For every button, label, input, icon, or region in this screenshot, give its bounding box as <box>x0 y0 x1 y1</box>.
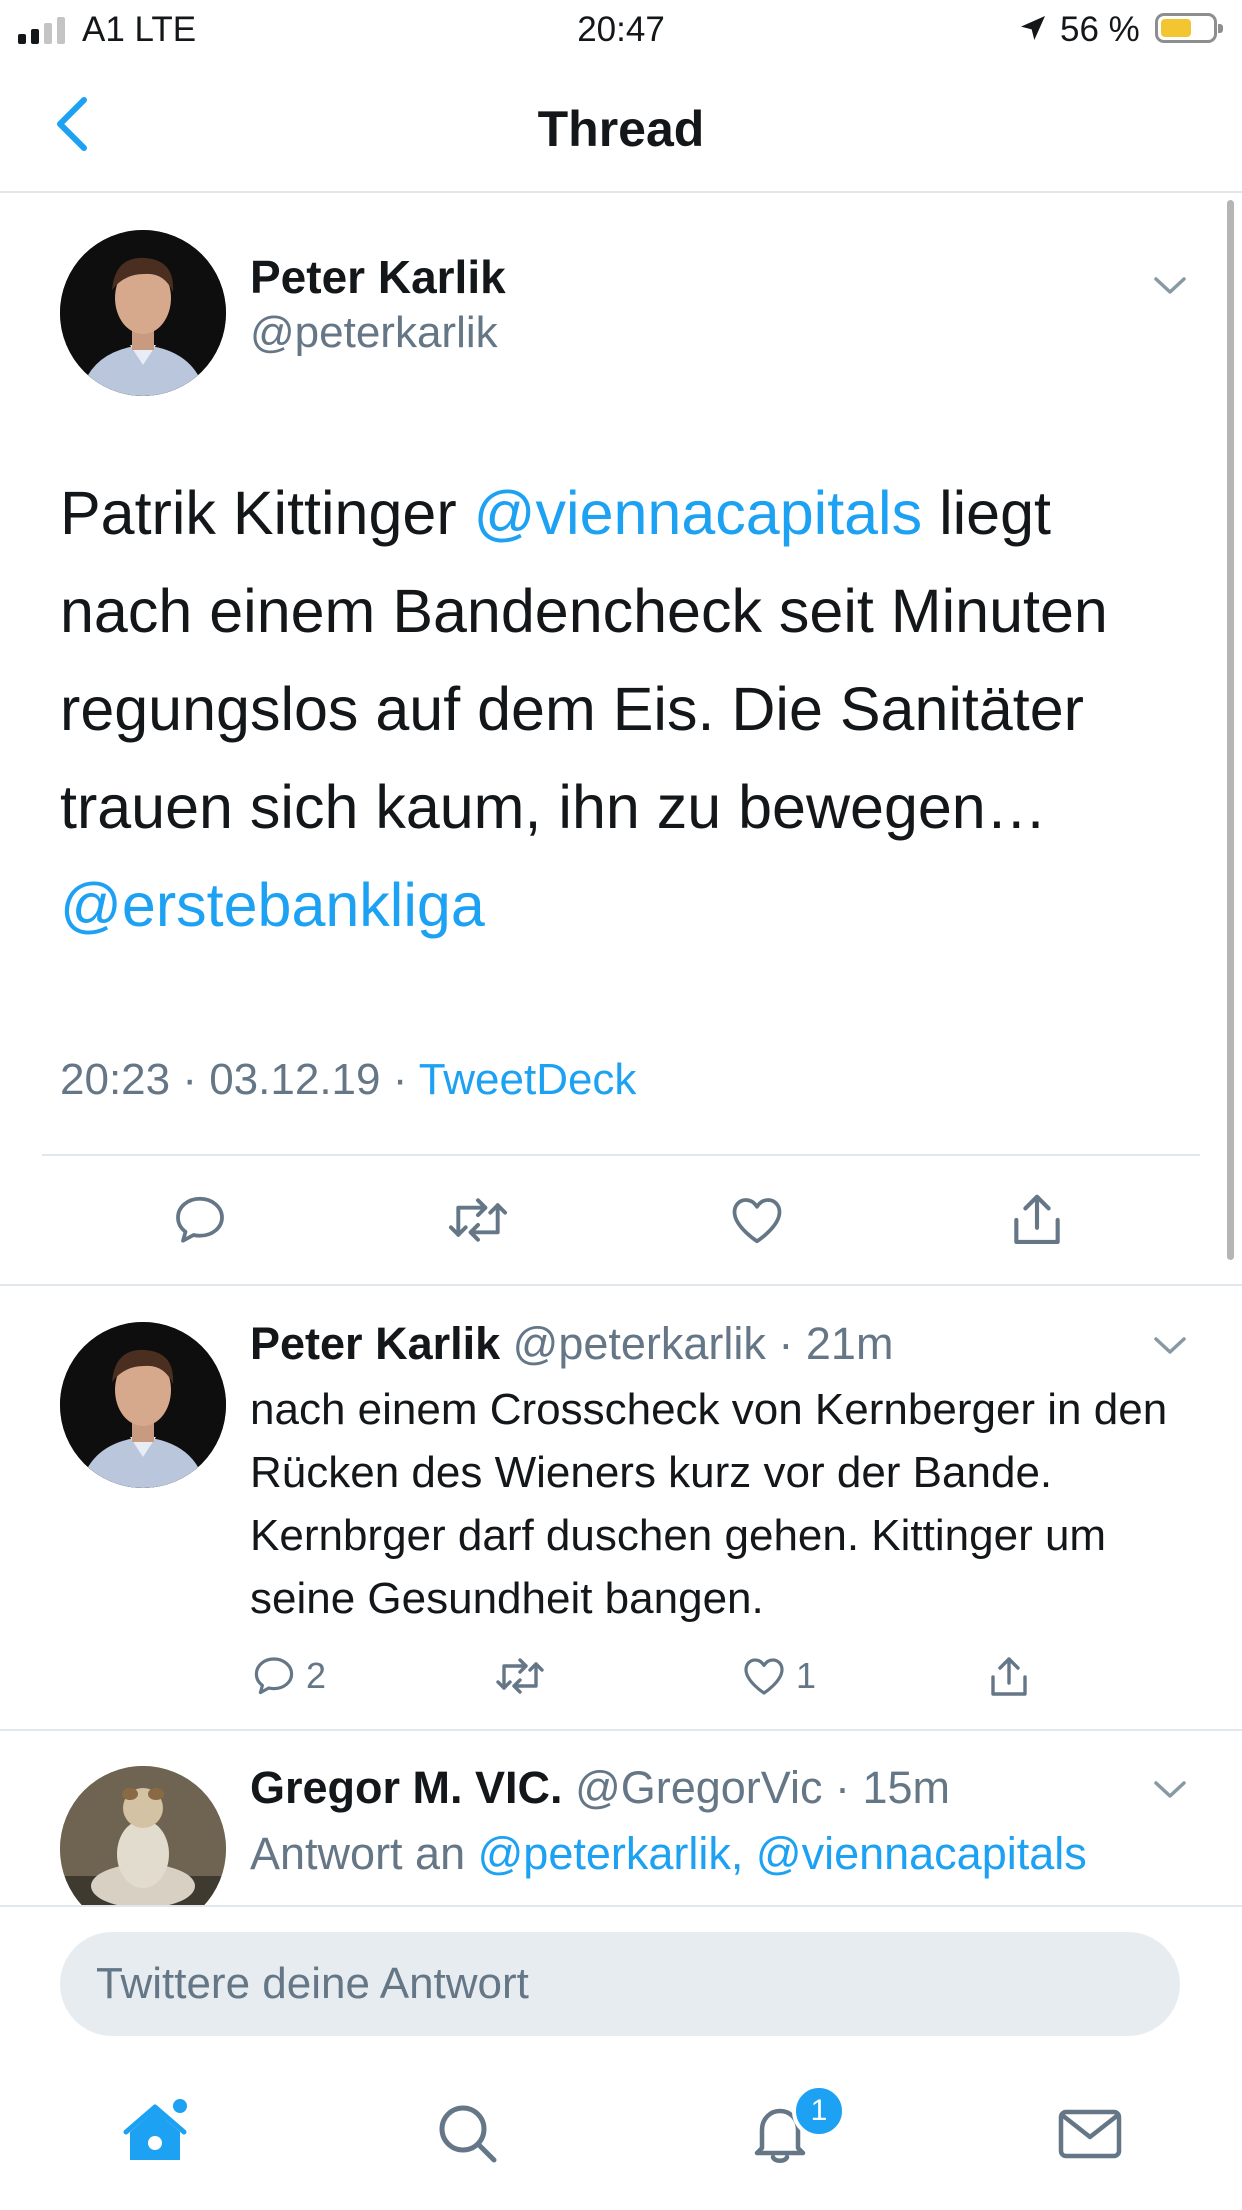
home-icon[interactable] <box>120 2098 190 2168</box>
like-heart-icon[interactable] <box>727 1190 787 1250</box>
status-bar: A1 LTE 20:47 56 % <box>0 0 1242 60</box>
reply-text: nach einem Crosscheck von Kernberger in … <box>250 1385 1168 1623</box>
reply-input[interactable] <box>60 1932 1180 2036</box>
replying-to-label: Antwort an <box>250 1828 478 1879</box>
retweet-icon[interactable] <box>446 1190 510 1250</box>
divider <box>0 1284 1242 1286</box>
reply-count: 2 <box>306 1655 327 1696</box>
location-arrow-icon <box>1021 16 1045 40</box>
chevron-down-icon[interactable] <box>1150 1774 1190 1804</box>
reply-header: Gregor M. VIC. @GregorVic · 15m <box>250 1762 950 1814</box>
author-name[interactable]: Peter Karlik <box>250 250 506 304</box>
search-icon[interactable] <box>432 2098 502 2168</box>
scrollbar[interactable] <box>1227 200 1234 1260</box>
tweet-timestamp: 20:23 · 03.12.19 · <box>60 1055 419 1104</box>
avatar[interactable] <box>60 230 226 396</box>
like-count: 1 <box>796 1655 817 1696</box>
reply-icon[interactable] <box>170 1190 230 1250</box>
notification-badge: 1 <box>792 2084 846 2138</box>
status-time: 20:47 <box>577 10 665 49</box>
battery-percentage: 56 % <box>1060 10 1140 49</box>
divider <box>0 1729 1242 1731</box>
replying-to: Antwort an @peterkarlik, @viennacapitals <box>250 1828 1087 1880</box>
author-handle-time[interactable]: @GregorVic · 15m <box>575 1762 950 1813</box>
messages-envelope-icon[interactable] <box>1055 2098 1125 2168</box>
share-action[interactable] <box>985 1652 1033 1702</box>
share-icon <box>991 1657 1027 1696</box>
navigation-bar: Thread <box>0 60 1242 193</box>
retweet-action[interactable] <box>493 1652 547 1700</box>
reply-header: Peter Karlik @peterkarlik · 21m <box>250 1318 893 1370</box>
author-handle-time[interactable]: @peterkarlik · 21m <box>513 1318 894 1369</box>
retweet-icon <box>496 1658 544 1694</box>
mention-link[interactable]: @erstebankliga <box>60 871 485 939</box>
divider <box>42 1154 1200 1156</box>
chevron-down-icon[interactable] <box>1150 1330 1190 1360</box>
reply-icon <box>254 1657 294 1695</box>
reply-action[interactable]: 2 <box>250 1652 326 1700</box>
mention-link[interactable]: @viennacapitals <box>474 479 923 547</box>
avatar[interactable] <box>60 1322 226 1488</box>
source-link[interactable]: TweetDeck <box>419 1055 637 1104</box>
share-icon[interactable] <box>1006 1188 1068 1252</box>
author-name[interactable]: Gregor M. VIC. <box>250 1762 563 1813</box>
like-action[interactable]: 1 <box>740 1652 816 1700</box>
chevron-down-icon[interactable] <box>1150 270 1190 300</box>
mention-link[interactable]: @peterkarlik, @viennacapitals <box>478 1828 1087 1879</box>
battery-icon <box>1155 13 1223 43</box>
tweet-metadata: 20:23 · 03.12.19 · TweetDeck <box>60 1055 636 1105</box>
page-title: Thread <box>537 101 705 157</box>
like-heart-icon <box>744 1658 784 1695</box>
author-name[interactable]: Peter Karlik <box>250 1318 500 1369</box>
author-handle[interactable]: @peterkarlik <box>250 308 498 358</box>
tweet-text: Patrik Kittinger @viennacapitals liegt n… <box>60 464 1190 954</box>
tweet-text-segment: Patrik Kittinger <box>60 479 474 547</box>
